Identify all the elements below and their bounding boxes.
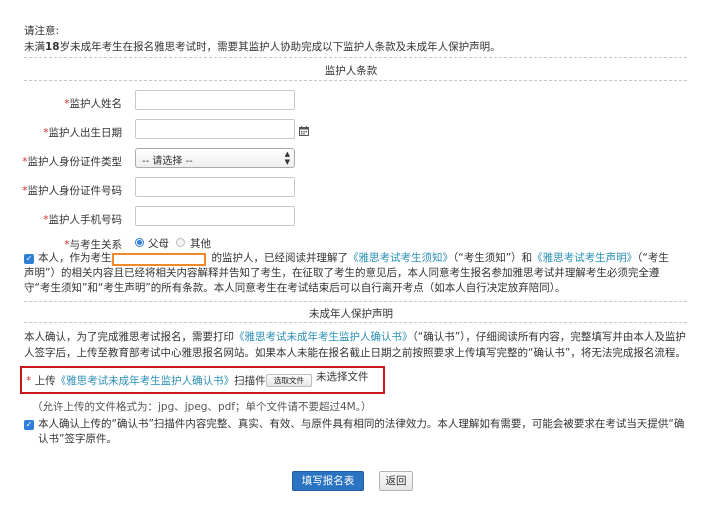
- confirm-text-line2: 认书”签字原件。: [38, 433, 117, 445]
- minor-statement-line2: 人签字后，上传至教育部考试中心雅思报名网站。如果本人未能在报名截止日期之前按照要…: [24, 347, 686, 359]
- guardian-id-number-label: *监护人身份证件号码: [22, 185, 122, 197]
- guardian-phone-input[interactable]: [135, 206, 295, 226]
- notice-title: 请注意:: [24, 25, 60, 37]
- divider: [24, 301, 687, 302]
- guardian-birthdate-label: *监护人出生日期: [43, 127, 122, 139]
- minor-section-title: 未成年人保护声明: [309, 308, 393, 320]
- relation-label: *与考生关系: [64, 239, 122, 251]
- guardian-section-title: 监护人条款: [324, 65, 378, 77]
- guardian-id-number-input[interactable]: [135, 177, 295, 197]
- calendar-icon[interactable]: [299, 126, 309, 136]
- guardian-name-input[interactable]: [135, 90, 295, 110]
- guardian-birthdate-input[interactable]: [135, 119, 295, 139]
- agreement-text-line3: 守“考生须知”和“考生声明”的所有条款。本人同意考生在考试结束后可以自行离开考点…: [24, 282, 566, 294]
- divider: [24, 322, 687, 323]
- relation-parents-label: 父母: [148, 238, 169, 250]
- divider: [24, 57, 687, 58]
- select-arrows-icon: ▲ ▼: [284, 150, 290, 166]
- candidate-notice-link[interactable]: 《雅思考试考生须知》: [348, 252, 453, 264]
- guardian-id-type-select[interactable]: -- 请选择 -- ▲ ▼: [135, 148, 295, 168]
- submit-button[interactable]: 填写报名表: [292, 471, 364, 491]
- notice-body: 未满18岁未成年考生在报名雅思考试时，需要其监护人协助完成以下监护人条款及未成年…: [24, 41, 501, 53]
- divider: [24, 80, 687, 81]
- candidate-declaration-link[interactable]: 《雅思考试考生声明》: [532, 252, 637, 264]
- upload-format-note: （允许上传的文件格式为：jpg、jpeg、pdf；单个文件请不要超过4M。）: [32, 401, 372, 413]
- guardian-confirmation-link[interactable]: 《雅思考试未成年考生监护人确认书》: [234, 331, 413, 343]
- guardian-phone-label: *监护人手机号码: [43, 214, 122, 226]
- confirm-text-line1: 本人确认上传的“确认书”扫描件内容完整、真实、有效、与原件具有相同的法律效力。本…: [38, 418, 685, 430]
- guardian-id-type-label: *监护人身份证件类型: [22, 156, 122, 168]
- confirm-checkbox[interactable]: ✓: [24, 420, 34, 430]
- guardian-name-label: *监护人姓名: [64, 98, 122, 110]
- agreement-text-line2: 声明”）的相关内容且已经将相关内容解释并告知了考生，在征取了考生的意见后，本人同…: [24, 267, 660, 279]
- candidate-name-highlight: [112, 253, 206, 266]
- relation-parents-radio[interactable]: [135, 238, 144, 247]
- upload-highlight: [20, 366, 385, 394]
- back-button[interactable]: 返回: [379, 471, 413, 491]
- minor-statement-line1: 本人确认，为了完成雅思考试报名，需要打印《雅思考试未成年考生监护人确认书》（“确…: [24, 331, 686, 343]
- relation-other-label: 其他: [190, 238, 211, 250]
- relation-other-radio[interactable]: [176, 238, 185, 247]
- agreement-checkbox[interactable]: ✓: [24, 254, 34, 264]
